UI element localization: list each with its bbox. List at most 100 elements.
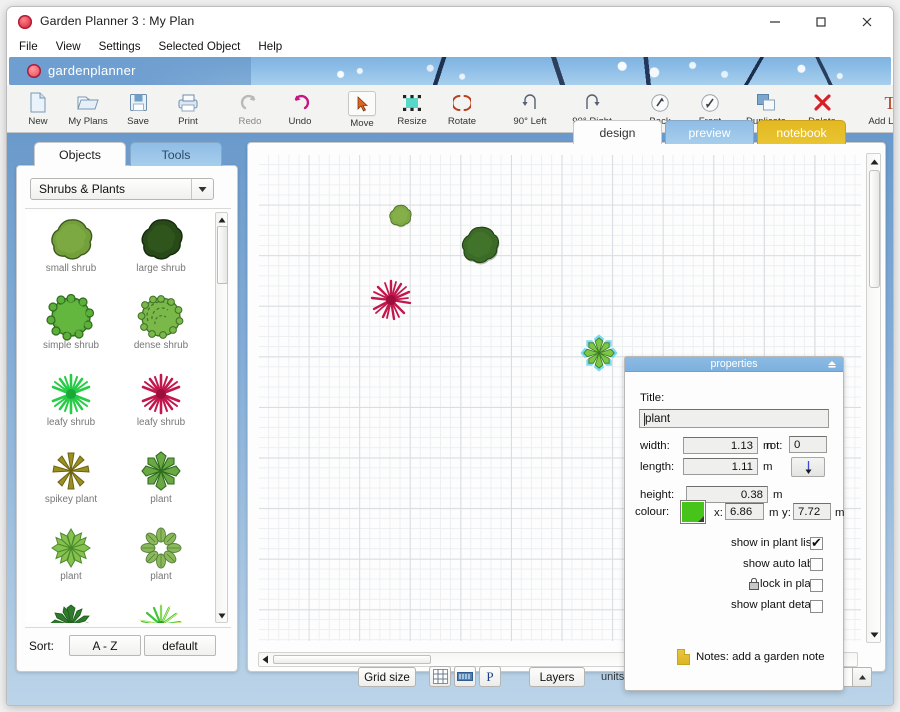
chevron-down-icon[interactable]	[191, 179, 213, 199]
toolbar-group-add: T Add Label Add Veg. Bed	[859, 88, 894, 131]
palette-item[interactable]: variegated strappy leaf	[116, 597, 206, 623]
palette-item[interactable]: plant	[26, 520, 116, 597]
collapse-up-icon[interactable]	[826, 359, 837, 370]
palette-item[interactable]: large shrub	[116, 212, 206, 289]
palette-item[interactable]: plant	[116, 520, 206, 597]
sort-controls: Sort: A - Z default	[29, 634, 229, 657]
tab-objects-label: Objects	[59, 148, 101, 162]
canvas-vertical-scrollbar[interactable]	[866, 153, 881, 643]
palette-item-label: leafy shrub	[26, 417, 117, 428]
grid-lines-icon-button[interactable]	[429, 666, 451, 687]
menu-item-view[interactable]: View	[56, 37, 90, 57]
minimize-icon[interactable]	[753, 7, 797, 37]
colour-label: colour:	[635, 506, 669, 518]
palette-item[interactable]: strappy leaf plant	[26, 597, 116, 623]
my-plans-button[interactable]: My Plans	[63, 88, 113, 131]
canvas-object-plant-selected[interactable]	[577, 331, 621, 380]
new-button[interactable]: New	[13, 88, 63, 131]
objects-panel-body: Shrubs & Plants	[16, 165, 238, 672]
lock-in-place-checkbox[interactable]	[810, 579, 823, 592]
p-letter-icon-button[interactable]: P	[479, 666, 501, 687]
spinner-up-arrow-icon[interactable]	[852, 667, 872, 687]
variegated-strappy-icon	[135, 601, 187, 623]
tab-tools[interactable]: Tools	[130, 142, 222, 166]
tab-notebook[interactable]: notebook	[757, 120, 846, 144]
menu-item-selected-object[interactable]: Selected Object	[159, 37, 250, 57]
tab-preview[interactable]: preview	[665, 120, 754, 144]
canvas-object-leafy-shrub[interactable]	[365, 275, 417, 330]
scroll-up-arrow-icon[interactable]	[869, 156, 880, 167]
resize-button-label: Resize	[397, 116, 426, 127]
move-button[interactable]: Move	[337, 88, 387, 131]
object-palette[interactable]: small shrub large shrub	[26, 212, 218, 623]
save-button[interactable]: Save	[113, 88, 163, 131]
resize-button[interactable]: Resize	[387, 88, 437, 131]
close-icon[interactable]	[845, 7, 889, 37]
tab-objects[interactable]: Objects	[34, 142, 126, 166]
ruler-icon-button[interactable]	[454, 666, 476, 687]
rotate-90-left-button[interactable]: 90° Left	[499, 88, 561, 131]
palette-scrollbar[interactable]	[215, 212, 228, 623]
divider	[25, 627, 231, 628]
undo-button[interactable]: Undo	[275, 88, 325, 131]
palette-item[interactable]: spikey plant	[26, 443, 116, 520]
leafy-burst-icon	[45, 370, 97, 418]
palette-item[interactable]: small shrub	[26, 212, 116, 289]
add-label-button[interactable]: T Add Label	[859, 88, 894, 131]
redo-button[interactable]: Redo	[225, 88, 275, 131]
palette-item[interactable]: simple shrub	[26, 289, 116, 366]
menu-item-file[interactable]: File	[19, 37, 47, 57]
grid-size-button[interactable]: Grid size	[358, 667, 416, 687]
bring-front-icon	[700, 91, 720, 114]
menu-item-help[interactable]: Help	[258, 37, 291, 57]
title-input[interactable]: plant	[639, 409, 829, 428]
colour-swatch[interactable]	[680, 500, 706, 524]
maximize-icon[interactable]	[799, 7, 843, 37]
scroll-left-arrow-icon[interactable]	[260, 654, 271, 665]
canvas-vscroll-thumb[interactable]	[869, 170, 880, 288]
palette-item[interactable]: plant	[116, 443, 206, 520]
tab-notebook-label: notebook	[776, 126, 826, 140]
printer-icon	[177, 91, 199, 114]
x-input[interactable]: 6.86	[725, 503, 764, 520]
tab-preview-label: preview	[689, 126, 731, 140]
properties-panel-header[interactable]: properties	[625, 357, 843, 372]
palette-item-label: plant	[26, 571, 117, 582]
canvas-hscroll-thumb[interactable]	[273, 655, 431, 664]
y-input[interactable]: 7.72	[793, 503, 831, 520]
layers-button[interactable]: Layers	[529, 667, 585, 687]
garden-planner-logo-icon	[18, 15, 32, 29]
print-button[interactable]: Print	[163, 88, 213, 131]
scroll-up-arrow-icon[interactable]	[216, 214, 227, 225]
category-dropdown[interactable]: Shrubs & Plants	[30, 178, 214, 200]
show-in-plant-list-checkbox[interactable]	[810, 537, 823, 550]
palette-scroll-thumb[interactable]	[217, 226, 228, 284]
scroll-down-arrow-icon[interactable]	[869, 629, 880, 640]
rotate-button[interactable]: Rotate	[437, 88, 487, 131]
objects-panel: Objects Tools Shrubs & Plants	[16, 142, 238, 672]
rotate-down-arrow-icon[interactable]	[791, 457, 825, 477]
show-plant-details-checkbox[interactable]	[810, 600, 823, 613]
width-input[interactable]: 1.13	[683, 437, 758, 454]
length-input[interactable]: 1.11	[683, 458, 758, 475]
sort-default-button[interactable]: default	[144, 635, 216, 656]
sort-az-button[interactable]: A - Z	[69, 635, 141, 656]
strappy-leaf-icon	[45, 601, 97, 623]
palette-item[interactable]: leafy shrub	[26, 366, 116, 443]
canvas-object-small-shrub[interactable]	[386, 202, 414, 235]
svg-text:T: T	[885, 93, 895, 112]
palette-item[interactable]: dense shrub	[116, 289, 206, 366]
notes-row[interactable]: Notes: add a garden note	[677, 648, 837, 666]
brand-name: gardenplanner	[48, 63, 136, 78]
show-auto-label-checkbox[interactable]	[810, 558, 823, 571]
palette-item-label: leafy shrub	[115, 417, 207, 428]
tab-design[interactable]: design	[573, 120, 662, 144]
height-value: 0.38	[741, 489, 763, 501]
canvas-object-large-shrub[interactable]	[456, 223, 503, 273]
scroll-down-arrow-icon[interactable]	[216, 610, 227, 621]
length-label: length:	[640, 461, 674, 473]
y-unit: m	[835, 507, 845, 519]
palette-item[interactable]: leafy shrub	[116, 366, 206, 443]
rot-input[interactable]: 0	[789, 436, 827, 453]
menu-item-settings[interactable]: Settings	[99, 37, 150, 57]
